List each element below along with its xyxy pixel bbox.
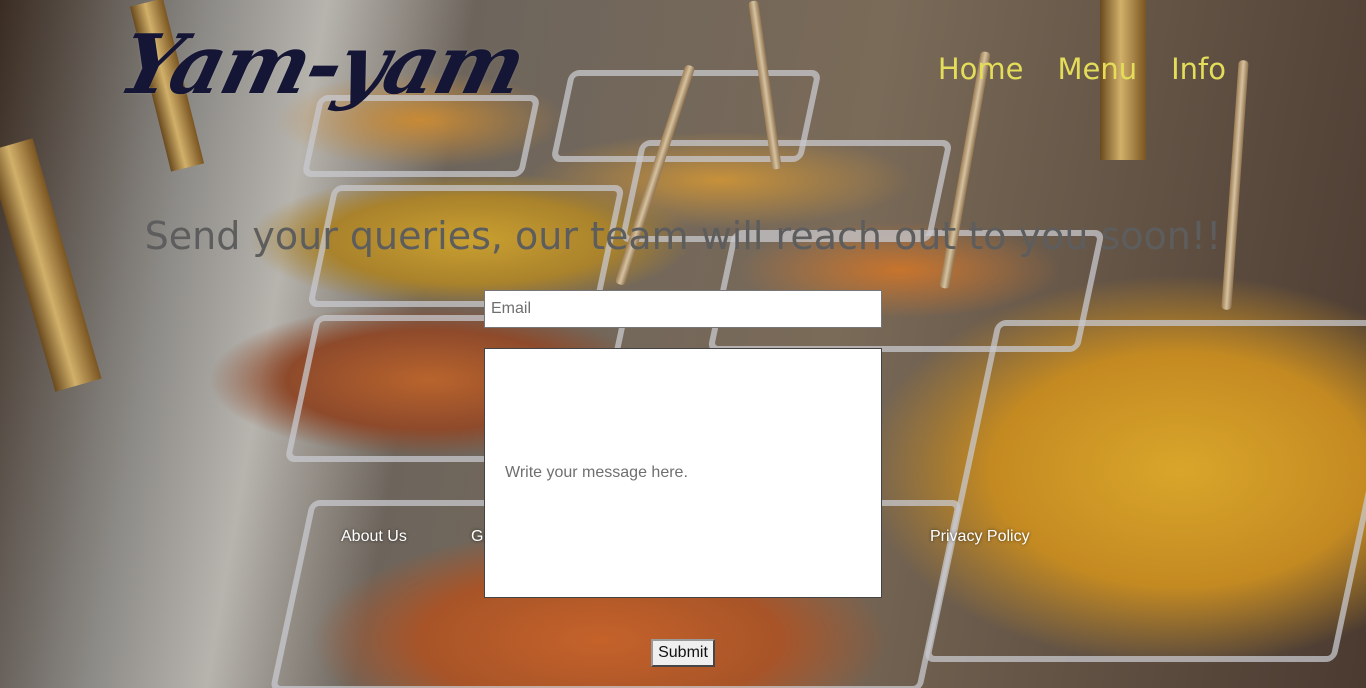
main-nav: Home Menu Info [938,52,1226,86]
site-logo[interactable]: Yam-yam [106,0,538,130]
nav-home-link[interactable]: Home [938,52,1024,86]
nav-info-link[interactable]: Info [1171,52,1226,86]
brass-pole [0,138,102,392]
food-pan [923,320,1366,662]
email-field[interactable] [484,290,882,328]
footer-about-us-link[interactable]: About Us [341,528,407,546]
serving-spoon [1221,59,1249,311]
submit-button[interactable]: Submit [651,639,715,667]
contact-heading: Send your queries, our team will reach o… [144,214,1222,258]
footer-privacy-policy-link[interactable]: Privacy Policy [930,528,1030,546]
message-textarea[interactable] [484,348,882,598]
nav-menu-link[interactable]: Menu [1057,52,1137,86]
